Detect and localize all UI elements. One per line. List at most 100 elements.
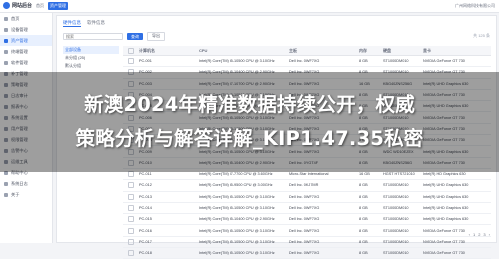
table-row[interactable]: PC-015 Intel(R) Core(TM) i5-10400 CPU @ 2… <box>123 214 491 226</box>
top-nav-home[interactable]: 首页 <box>34 2 46 10</box>
tab-bar: 硬件信息 软件信息 <box>63 19 105 27</box>
cell-computer-name: PC-011 <box>139 172 152 177</box>
cell-disk: HGST HTS721010 <box>383 172 415 177</box>
sidebar-item[interactable]: 首页 <box>0 13 52 24</box>
export-button[interactable]: 导出 <box>147 31 165 41</box>
cell-computer-name: PC-012 <box>139 183 152 188</box>
table-row[interactable]: PC-013 Intel(R) Core(TM) i5-10500 CPU @ 3… <box>123 192 491 203</box>
row-checkbox[interactable] <box>123 182 137 189</box>
tree-item-default[interactable]: 默认分组 <box>63 62 119 70</box>
menu-icon <box>4 192 8 197</box>
cell-computer-name: PC-013 <box>139 194 152 199</box>
cell-disk: ST1000DM010 <box>383 217 409 222</box>
query-button[interactable]: 查询 <box>127 32 143 40</box>
cell-cpu: Intel(R) Core(TM) i5-10500 CPU @ 3.10GHz <box>199 239 275 244</box>
record-count: 共 125 条 <box>473 33 490 38</box>
pager-page[interactable]: 3 <box>483 232 485 239</box>
row-checkbox[interactable] <box>123 205 137 211</box>
cell-disk: ST1000DM010 <box>383 194 409 199</box>
pager-page[interactable]: 2 <box>478 232 480 239</box>
menu-icon <box>4 181 8 186</box>
cell-cpu: Intel(R) Core(TM) i5-10500 CPU @ 3.10GHz <box>199 251 275 256</box>
tree-item-ungrouped[interactable]: 未分组 (25) <box>63 54 119 62</box>
row-checkbox[interactable] <box>123 171 137 178</box>
cell-gpu: NVIDIA GeForce GT 730 <box>423 239 465 244</box>
header-disk[interactable]: 硬盘 <box>381 48 421 54</box>
pager-page[interactable]: 1 <box>473 232 475 239</box>
cell-disk: ST1000DM010 <box>383 206 409 210</box>
overlay-headline-1: 新澳2024年精准数据持续公开，权威 <box>84 93 415 116</box>
header-memory[interactable]: 内存 <box>357 48 381 54</box>
header-select[interactable] <box>123 47 137 54</box>
cell-gpu: NVIDIA GeForce GT 730 <box>423 59 465 64</box>
cell-cpu: Intel(R) Core(TM) i5-10500 CPU @ 3.10GHz <box>199 59 275 64</box>
sidebar-item[interactable]: 关于 <box>0 189 52 200</box>
cell-cpu: Intel(R) Core(TM) i5-9500 CPU @ 3.00GHz <box>199 183 273 188</box>
logo-icon <box>3 2 10 9</box>
cell-motherboard: Dell Inc. 0WF7XG <box>289 59 320 64</box>
sidebar-item-label: 系统日志 <box>11 180 28 186</box>
row-checkbox[interactable] <box>123 238 137 245</box>
top-bar: 网站后台 首页 资产管理 广州网络科技有限公司 <box>0 0 499 13</box>
header-computer-name[interactable]: 计算机名 <box>137 48 197 54</box>
cell-memory: 8 GB <box>359 194 368 199</box>
sidebar-item[interactable]: 资产管理 <box>0 35 52 46</box>
cell-memory: 16 GB <box>359 172 370 177</box>
sidebar-item-label: 资产管理 <box>11 37 28 43</box>
group-tree: 全部设备 未分组 (25) 默认分组 <box>63 46 119 70</box>
cell-memory: 8 GB <box>359 251 368 256</box>
cell-motherboard: Dell Inc. 0WF7XG <box>289 206 320 210</box>
table-row[interactable]: PC-012 Intel(R) Core(TM) i5-9500 CPU @ 3.… <box>123 180 491 192</box>
search-input[interactable] <box>63 32 123 40</box>
header-gpu[interactable]: 显卡 <box>421 48 491 54</box>
cell-gpu: Intel(R) UHD Graphics 630 <box>423 194 469 199</box>
sidebar-item-label: 软件管理 <box>11 59 28 65</box>
top-nav-assets[interactable]: 资产管理 <box>48 2 68 10</box>
menu-icon <box>4 16 8 21</box>
sidebar-item[interactable]: 系统日志 <box>0 178 52 189</box>
cell-gpu: Intel(R) HD Graphics 630 <box>423 172 466 177</box>
pager-prev-icon[interactable]: ‹ <box>469 232 470 239</box>
header-motherboard[interactable]: 主板 <box>287 48 357 54</box>
tab-software[interactable]: 软件信息 <box>87 19 105 27</box>
table-row[interactable]: PC-018 Intel(R) Core(TM) i5-10500 CPU @ 3… <box>123 248 491 259</box>
cell-disk: ST1000DM010 <box>383 59 409 64</box>
row-checkbox[interactable] <box>123 193 137 200</box>
sidebar-item[interactable]: 软件管理 <box>0 57 52 68</box>
cell-gpu: Intel(R) UHD Graphics 630 <box>423 183 469 188</box>
table-row[interactable]: PC-014 Intel(R) Core(TM) i5-10500 CPU @ 3… <box>123 203 491 215</box>
cell-disk: ST1000DM010 <box>383 251 409 256</box>
overlay-banner: 新澳2024年精准数据持续公开，权威 策略分析与解答详解_KIP1.47.35私… <box>0 72 499 172</box>
cell-computer-name: PC-001 <box>139 59 152 64</box>
cell-cpu: Intel(R) Core(TM) i5-10400 CPU @ 2.90GHz <box>199 217 275 222</box>
row-checkbox[interactable] <box>123 58 137 65</box>
header-cpu[interactable]: CPU <box>197 48 287 53</box>
toolbar: 查询 导出 共 125 条 <box>63 30 490 42</box>
cell-motherboard: Dell Inc. 0WF7XG <box>289 194 320 199</box>
pager-next-icon[interactable]: › <box>489 232 490 239</box>
tab-hardware[interactable]: 硬件信息 <box>63 19 81 27</box>
cell-cpu: Intel(R) Core(TM) i5-10500 CPU @ 3.10GHz <box>199 206 275 210</box>
sidebar-item-label: 关于 <box>11 191 20 197</box>
row-checkbox[interactable] <box>123 216 137 223</box>
cell-disk: ST1000DM010 <box>383 183 409 188</box>
sidebar-item[interactable]: 终端管理 <box>0 46 52 57</box>
cell-disk: ST1000DM010 <box>383 239 409 244</box>
sidebar-item-label: 首页 <box>11 15 20 21</box>
cell-motherboard: Dell Inc. 0WF7XG <box>289 251 320 256</box>
tree-item-all[interactable]: 全部设备 <box>63 46 119 54</box>
table-header: 计算机名 CPU 主板 内存 硬盘 显卡 <box>123 46 491 56</box>
table-row[interactable]: PC-001 Intel(R) Core(TM) i5-10500 CPU @ 3… <box>123 56 491 68</box>
company-name: 广州网络科技有限公司 <box>455 3 495 8</box>
cell-gpu: Intel(R) UHD Graphics 630 <box>423 217 469 222</box>
sidebar-item-label: 设备管理 <box>11 26 28 32</box>
cell-computer-name: PC-015 <box>139 217 152 222</box>
menu-icon <box>4 27 8 32</box>
cell-memory: 8 GB <box>359 217 368 222</box>
cell-cpu: Intel(R) Core(TM) i5-10500 CPU @ 3.10GHz <box>199 194 275 199</box>
sidebar-item[interactable]: 设备管理 <box>0 24 52 35</box>
cell-computer-name: PC-017 <box>139 239 152 244</box>
menu-icon <box>4 38 8 43</box>
menu-icon <box>4 60 8 65</box>
row-checkbox[interactable] <box>123 250 137 257</box>
